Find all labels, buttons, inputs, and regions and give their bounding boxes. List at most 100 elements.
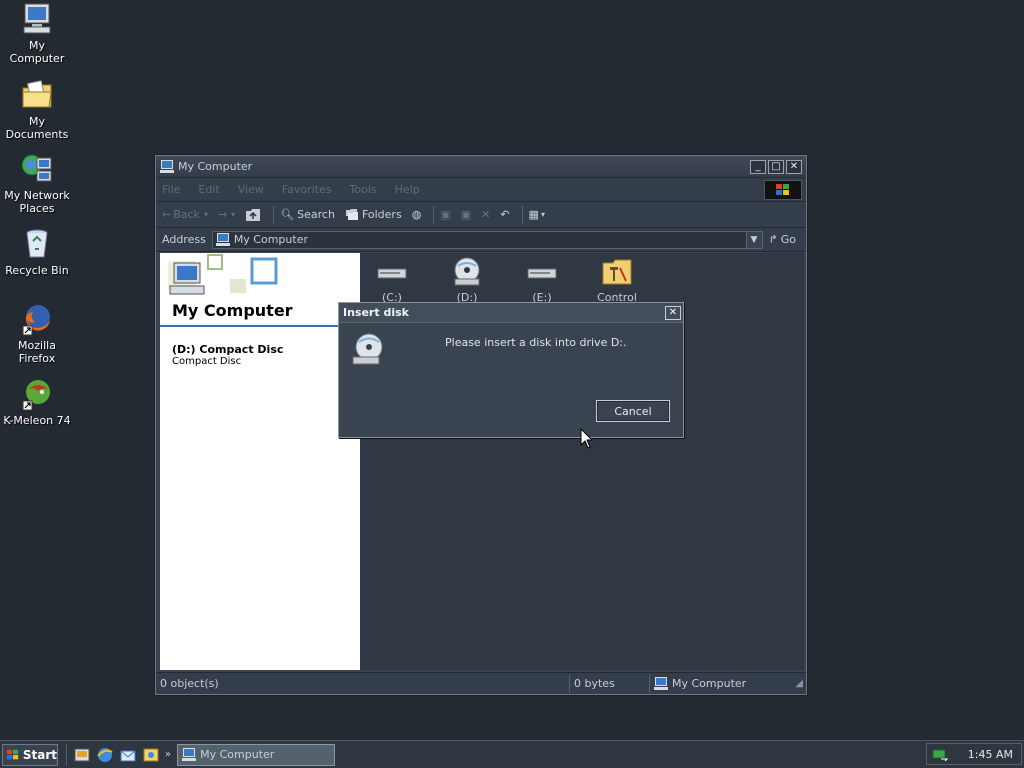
cd-drive-icon (454, 257, 480, 286)
back-arrow-icon: ← (162, 208, 172, 221)
desktop-icon-kmeleon[interactable]: K-Meleon 74 (0, 377, 74, 427)
show-desktop-icon[interactable] (73, 746, 91, 764)
dialog-title-bar[interactable]: Insert disk ✕ (339, 303, 683, 323)
taskbar: Start » My Computer 1:45 AM (0, 740, 1024, 768)
menu-edit[interactable]: Edit (198, 183, 219, 196)
internet-explorer-icon[interactable] (96, 746, 114, 764)
move-to-button[interactable]: ▣ (440, 208, 450, 221)
status-object-count: 0 object(s) (156, 674, 570, 693)
menu-help[interactable]: Help (395, 183, 420, 196)
close-button[interactable]: ✕ (786, 159, 802, 174)
recycle-bin-icon (26, 229, 48, 258)
taskbar-button-label: My Computer (200, 748, 275, 761)
toolbar-separator (273, 205, 275, 224)
desktop-icon-my-computer[interactable]: My Computer (0, 2, 74, 65)
search-icon: 🔍︎ (280, 208, 295, 221)
address-bar: Address My Computer ▼ ↱ Go (156, 228, 806, 252)
back-button[interactable]: ← Back ▾ (162, 208, 208, 221)
system-tray: 1:45 AM (926, 743, 1022, 765)
outlook-express-icon[interactable] (119, 746, 137, 764)
windows-logo-icon (764, 180, 802, 200)
address-dropdown-button[interactable]: ▼ (745, 231, 762, 248)
menu-bar: File Edit View Favorites Tools Help (156, 178, 806, 202)
copy-to-button[interactable]: ▣ (461, 208, 471, 221)
desktop-icon-firefox[interactable]: Mozilla Firefox (0, 302, 74, 365)
chevron-down-icon: ▾ (203, 210, 208, 219)
toolbar-separator (521, 205, 523, 224)
desktop-icon-label: My Network Places (4, 189, 70, 215)
start-label: Start (22, 747, 57, 762)
computer-icon (654, 677, 668, 690)
dialog-message: Please insert a disk into drive D:. (445, 336, 627, 349)
taskbar-button-my-computer[interactable]: My Computer (177, 743, 336, 766)
left-pane-banner: My Computer (160, 253, 360, 325)
up-folder-icon (246, 208, 261, 221)
dialog-close-button[interactable]: ✕ (665, 305, 681, 320)
start-button[interactable]: Start (2, 743, 58, 766)
insert-disk-dialog: Insert disk ✕ Please insert a disk into … (338, 302, 684, 438)
forward-arrow-icon: → (217, 208, 228, 221)
chevron-down-icon: ▾ (540, 210, 545, 219)
address-value: My Computer (233, 233, 308, 246)
forward-button[interactable]: → ▾ (218, 208, 235, 221)
views-icon: ▦ (528, 208, 539, 221)
firefox-icon (22, 305, 50, 336)
chevron-down-icon: ▾ (231, 210, 236, 219)
left-task-pane: My Computer (D:) Compact Disc Compact Di… (160, 253, 360, 670)
quick-launch: » (66, 743, 171, 766)
computer-icon (182, 748, 197, 761)
chevron-right-icon[interactable]: » (165, 749, 171, 760)
go-label: Go (780, 233, 796, 246)
move-to-icon: ▣ (440, 208, 451, 221)
desktop-icon-label: My Documents (5, 115, 69, 141)
history-icon: ◍ (411, 208, 422, 221)
search-button[interactable]: 🔍︎ Search (280, 208, 335, 221)
minimize-button[interactable]: _ (750, 159, 766, 174)
history-button[interactable]: ◍ (412, 208, 422, 221)
folders-icon (345, 209, 358, 220)
my-computer-banner-icon (168, 254, 278, 295)
status-location: My Computer (650, 675, 790, 693)
menu-view[interactable]: View (238, 183, 264, 196)
details-item-type: Compact Disc (172, 356, 242, 367)
computer-icon (160, 160, 174, 173)
menu-favorites[interactable]: Favorites (282, 183, 332, 196)
desktop-icon-label: Recycle Bin (5, 264, 69, 277)
back-label: Back (173, 208, 200, 221)
details-item-name: (D:) Compact Disc (172, 343, 284, 356)
views-button[interactable]: ▦ ▾ (529, 208, 545, 221)
cancel-button[interactable]: Cancel (596, 400, 670, 422)
hard-drive-icon (527, 268, 557, 279)
copy-to-icon: ▣ (460, 208, 472, 221)
media-player-icon[interactable] (142, 746, 160, 764)
go-button[interactable]: ↱ Go (769, 233, 796, 246)
address-field[interactable]: My Computer ▼ (211, 230, 763, 249)
left-pane-divider (160, 325, 360, 327)
up-folder-button[interactable] (245, 208, 261, 222)
maximize-button[interactable]: □ (768, 159, 784, 174)
cd-drive-icon (352, 333, 383, 365)
menu-tools[interactable]: Tools (350, 183, 377, 196)
windows-logo-icon (6, 749, 19, 759)
undo-button[interactable]: ↶ (500, 208, 509, 221)
network-places-icon (21, 154, 52, 182)
folder-documents-icon (22, 80, 52, 108)
desktop-icon-label: Mozilla Firefox (18, 339, 56, 365)
hard-drive-icon (377, 268, 407, 279)
resize-grip-icon[interactable]: ◢ (795, 678, 803, 689)
desktop-icon-label: My Computer (9, 39, 65, 65)
folders-button[interactable]: Folders (345, 208, 402, 221)
clock[interactable]: 1:45 AM (968, 748, 1013, 761)
desktop-icon-recycle-bin[interactable]: Recycle Bin (0, 227, 74, 277)
title-bar[interactable]: My Computer _ □ ✕ (156, 156, 806, 178)
delete-button[interactable]: ✕ (481, 208, 490, 221)
left-pane-title: My Computer (172, 301, 293, 320)
go-arrow-icon: ↱ (768, 233, 778, 246)
desktop-icon-my-documents[interactable]: My Documents (0, 78, 74, 141)
delete-icon: ✕ (481, 208, 491, 221)
safely-remove-hardware-icon[interactable] (931, 746, 949, 762)
desktop-icon-network-places[interactable]: My Network Places (0, 152, 74, 215)
computer-icon (215, 233, 230, 246)
menu-file[interactable]: File (162, 183, 180, 196)
folders-label: Folders (361, 208, 402, 221)
